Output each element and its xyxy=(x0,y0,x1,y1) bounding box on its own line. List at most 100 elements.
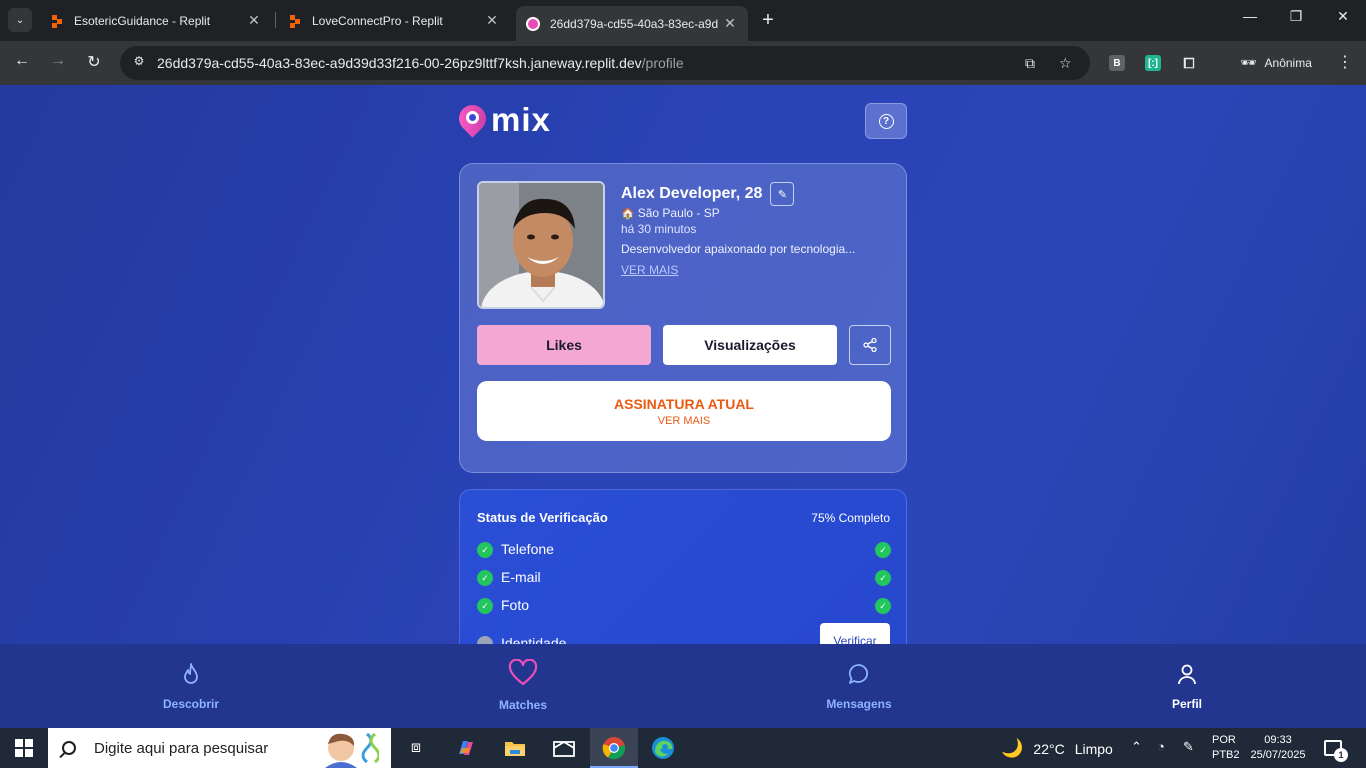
taskbar-search-placeholder: Digite aqui para pesquisar xyxy=(94,739,269,757)
copilot-icon[interactable] xyxy=(454,736,478,760)
verification-row-phone: ✓ Telefone ✓ xyxy=(477,541,891,559)
wifi-icon[interactable]: ◔ xyxy=(1157,739,1165,754)
weather-widget[interactable]: 🌙 22°C Limpo xyxy=(1001,738,1113,759)
incognito-profile-button[interactable]: 🕶 Anônima xyxy=(1228,48,1323,78)
tab-title: LoveConnectPro - Replit xyxy=(312,13,443,28)
tab-divider xyxy=(275,12,276,28)
extensions-puzzle-icon[interactable]: ⧠ xyxy=(1181,55,1197,71)
verification-row-photo: ✓ Foto ✓ xyxy=(477,597,891,615)
minimize-icon[interactable]: — xyxy=(1238,8,1262,24)
share-icon xyxy=(863,337,877,353)
replit-icon xyxy=(50,14,64,28)
nav-label: Mensagens xyxy=(826,697,892,711)
verification-label: E-mail xyxy=(501,569,541,585)
profile-name: Alex Developer, 28 xyxy=(621,185,763,202)
clock-time: 09:33 xyxy=(1264,734,1292,746)
profile-label: Anônima xyxy=(1264,56,1312,70)
tab-title: EsotericGuidance - Replit xyxy=(74,13,211,28)
mix-pin-icon xyxy=(453,99,492,138)
notification-count-badge: 1 xyxy=(1334,748,1348,762)
verification-progress: 75% Completo xyxy=(811,511,890,525)
nav-item-matches[interactable]: Matches xyxy=(463,658,583,712)
extension-brackets-icon[interactable]: [:] xyxy=(1145,55,1161,71)
edit-profile-pencil-icon[interactable]: ✎ xyxy=(770,182,795,206)
browser-tab-strip: ⌄ EsotericGuidance - Replit ✕ LoveConnec… xyxy=(0,0,1366,41)
language-indicator[interactable]: POR PTB2 xyxy=(1212,733,1240,763)
bookmark-star-icon[interactable]: ☆ xyxy=(1059,55,1072,72)
site-settings-icon[interactable]: ⚙ xyxy=(130,54,148,72)
reload-icon[interactable]: ↻ xyxy=(83,52,105,72)
task-view-icon[interactable]: ⧈ xyxy=(404,736,428,760)
likes-button[interactable]: Likes xyxy=(477,325,651,365)
nav-label: Descobrir xyxy=(162,697,220,711)
verified-check-icon: ✓ xyxy=(875,570,891,586)
last-seen-text: há 30 minutos xyxy=(621,222,697,236)
close-tab-icon[interactable]: ✕ xyxy=(722,15,738,32)
nav-label: Perfil xyxy=(1171,697,1202,711)
share-button[interactable] xyxy=(849,325,891,365)
check-circle-icon: ✓ xyxy=(477,570,493,586)
location-text: São Paulo - SP xyxy=(637,206,720,220)
url-text[interactable]: 26dd379a-cd55-40a3-83ec-a9d39d33f216-00-… xyxy=(157,55,684,71)
profile-location: 🏠 São Paulo - SP xyxy=(621,206,720,220)
nav-item-profile[interactable]: Perfil xyxy=(1127,662,1247,711)
replit-icon xyxy=(288,14,302,28)
verified-check-icon: ✓ xyxy=(875,542,891,558)
bottom-navigation: Descobrir Matches Mensagens Perfil xyxy=(0,644,1366,728)
house-icon: 🏠 xyxy=(621,208,635,220)
url-host: 26dd379a-cd55-40a3-83ec-a9d39d33f216-00-… xyxy=(157,55,642,71)
keyboard-layout: PTB2 xyxy=(1212,749,1240,761)
bio-see-more-link[interactable]: VER MAIS xyxy=(621,263,678,277)
browser-tab-active[interactable]: 26dd379a-cd55-40a3-83ec-a9d ✕ xyxy=(516,6,748,41)
file-explorer-icon[interactable] xyxy=(503,736,527,760)
taskbar-clock[interactable]: 09:33 25/07/2025 xyxy=(1248,733,1308,763)
back-arrow-icon[interactable]: ← xyxy=(11,52,33,70)
windows-start-icon[interactable] xyxy=(15,739,33,757)
windows-taskbar: Digite aqui para pesquisar ⧈ 🌙 22°C Limp… xyxy=(0,728,1366,768)
language-code: POR xyxy=(1212,734,1236,746)
verification-row-email: ✓ E-mail ✓ xyxy=(477,569,891,587)
profile-card: Alex Developer, 28 ✎ 🏠 São Paulo - SP há … xyxy=(459,163,907,473)
tray-chevron-up-icon[interactable]: ⌃ xyxy=(1131,739,1142,755)
check-circle-icon: ✓ xyxy=(477,542,493,558)
nav-label: Matches xyxy=(498,698,548,712)
translate-icon[interactable]: ⧉ xyxy=(1025,55,1035,72)
browser-tab-esotericguidance[interactable]: EsotericGuidance - Replit ✕ xyxy=(40,5,272,36)
clock-date: 25/07/2025 xyxy=(1250,749,1306,761)
subscription-card[interactable]: ASSINATURA ATUAL VER MAIS xyxy=(477,381,891,441)
extension-b-icon[interactable]: B xyxy=(1109,55,1125,71)
mix-logo[interactable]: mix xyxy=(453,99,551,138)
pen-icon[interactable]: ✎ xyxy=(1183,739,1194,755)
profile-photo[interactable] xyxy=(477,181,605,309)
browser-menu-icon[interactable]: ⋮ xyxy=(1337,52,1353,72)
flame-icon xyxy=(184,663,198,684)
app-page: mix ? Alex Developer, 28 ✎ 🏠 São Paulo -… xyxy=(0,85,1366,728)
profile-bio: Desenvolvedor apaixonado por tecnologia.… xyxy=(621,242,856,256)
question-mark-icon: ? xyxy=(878,113,894,129)
help-button[interactable]: ? xyxy=(865,103,907,139)
nav-item-discover[interactable]: Descobrir xyxy=(131,662,251,711)
edge-icon[interactable] xyxy=(651,736,675,760)
verification-title: Status de Verificação xyxy=(477,510,608,525)
restore-icon[interactable]: ❐ xyxy=(1284,8,1308,25)
close-tab-icon[interactable]: ✕ xyxy=(246,12,262,29)
tab-search-chevron-icon[interactable]: ⌄ xyxy=(8,8,32,32)
weather-temperature: 22°C xyxy=(1033,740,1065,757)
url-path: /profile xyxy=(641,55,684,71)
chrome-icon[interactable] xyxy=(602,736,626,760)
close-window-icon[interactable]: ✕ xyxy=(1331,8,1355,25)
subscription-title: ASSINATURA ATUAL xyxy=(614,396,754,412)
forward-arrow-icon[interactable]: → xyxy=(47,52,69,70)
subscription-see-more[interactable]: VER MAIS xyxy=(477,415,891,427)
new-tab-icon[interactable]: + xyxy=(758,9,778,31)
close-tab-icon[interactable]: ✕ xyxy=(484,12,500,29)
taskbar-search-box[interactable]: Digite aqui para pesquisar xyxy=(48,728,391,768)
browser-tab-loveconnectpro[interactable]: LoveConnectPro - Replit ✕ xyxy=(278,5,510,36)
nav-item-messages[interactable]: Mensagens xyxy=(799,662,919,711)
mail-icon[interactable] xyxy=(552,736,576,760)
views-button[interactable]: Visualizações xyxy=(663,325,837,365)
heart-icon xyxy=(508,658,538,686)
check-circle-icon: ✓ xyxy=(477,598,493,614)
name-row: Alex Developer, 28 ✎ xyxy=(621,182,795,206)
address-bar[interactable]: ⚙ 26dd379a-cd55-40a3-83ec-a9d39d33f216-0… xyxy=(120,46,1090,80)
